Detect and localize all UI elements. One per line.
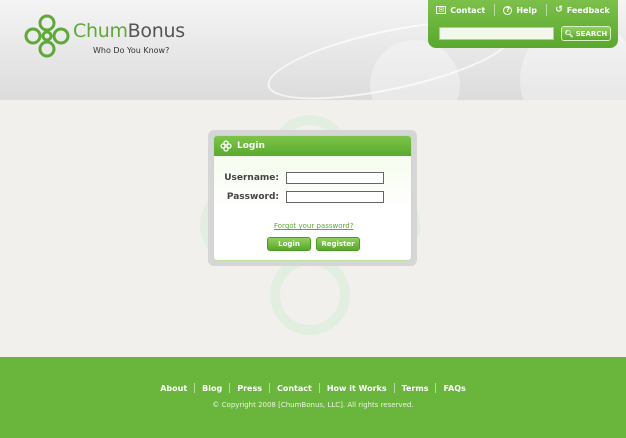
register-button[interactable]: Register (316, 237, 360, 251)
footer-link-press[interactable]: Press (230, 384, 269, 393)
footer-link-contact[interactable]: Contact (270, 384, 319, 393)
password-row: Password: (214, 191, 384, 203)
password-label: Password: (226, 192, 279, 202)
login-box: Login Username: Password: Forgot your pa… (213, 135, 412, 261)
footer-link-blog[interactable]: Blog (195, 384, 229, 393)
login-button[interactable]: Login (267, 237, 311, 251)
search-input[interactable] (439, 27, 554, 40)
footer-link-terms[interactable]: Terms (395, 384, 436, 393)
search-icon: 🔍︎ (564, 29, 574, 38)
login-panel: Login Username: Password: Forgot your pa… (208, 130, 417, 266)
logo-tagline: Who Do You Know? (93, 46, 170, 55)
feedback-link[interactable]: ↺ Feedback (555, 5, 609, 15)
logo-text: ChumBonus (73, 20, 185, 42)
logo[interactable]: ChumBonus Who Do You Know? (22, 12, 185, 62)
logo-mark-icon (220, 140, 232, 152)
username-field[interactable] (286, 172, 384, 184)
footer-links: About Blog Press Contact How it Works Te… (0, 383, 626, 393)
login-title: Login (237, 141, 265, 151)
footer-link-about[interactable]: About (153, 384, 194, 393)
footer-link-faqs[interactable]: FAQs (436, 384, 472, 393)
password-field[interactable] (286, 191, 384, 203)
login-header: Login (214, 136, 411, 156)
logo-mark-icon (24, 14, 70, 58)
search-button[interactable]: 🔍︎ SEARCH (561, 26, 611, 41)
username-label: Username: (224, 173, 279, 183)
help-link[interactable]: ? Help (503, 5, 537, 15)
footer: About Blog Press Contact How it Works Te… (0, 357, 626, 438)
nav-divider (545, 4, 547, 16)
copyright-text: © Copyright 2008 [ChumBonus, LLC]. All r… (212, 401, 414, 409)
nav-divider (493, 4, 495, 16)
envelope-icon: ✉ (436, 6, 447, 14)
top-nav-box: ✉ Contact ? Help ↺ Feedback 🔍︎ SEARCH (428, 0, 618, 48)
question-icon: ? (503, 5, 513, 15)
username-row: Username: (214, 172, 384, 184)
forgot-password-link[interactable]: Forgot your password? (274, 222, 353, 230)
contact-link[interactable]: ✉ Contact (436, 6, 485, 15)
feedback-icon: ↺ (555, 5, 563, 15)
footer-link-how-it-works[interactable]: How it Works (320, 384, 394, 393)
top-nav: ✉ Contact ? Help ↺ Feedback (428, 0, 618, 20)
